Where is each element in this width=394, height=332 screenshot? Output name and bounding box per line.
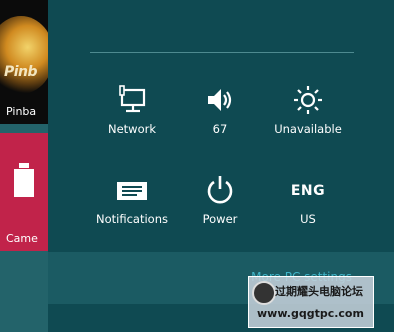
divider: [90, 52, 354, 53]
watermark-logo-icon: [252, 281, 276, 305]
brightness-label: Unavailable: [274, 122, 342, 136]
keyboard-language-quick-setting[interactable]: ENG US: [262, 174, 354, 244]
power-label: Power: [202, 212, 238, 226]
language-code: ENG: [290, 183, 326, 199]
watermark-url: www.gqgtpc.com: [257, 307, 364, 320]
power-icon: [174, 174, 266, 208]
volume-label: 67: [212, 122, 228, 136]
volume-quick-setting[interactable]: 67: [174, 84, 266, 154]
pinball-logo: [0, 16, 48, 94]
volume-icon: [174, 84, 266, 118]
power-quick-setting[interactable]: Power: [174, 174, 266, 244]
network-quick-setting[interactable]: Network: [86, 84, 178, 154]
network-icon: [86, 84, 178, 118]
brightness-quick-setting[interactable]: Unavailable: [262, 84, 354, 154]
pinball-logo-text: Pinb: [4, 64, 38, 80]
pinball-tile[interactable]: Pinb Pinba: [0, 0, 48, 124]
network-label: Network: [107, 122, 157, 136]
start-screen-strip: Pinb Pinba Came: [0, 0, 48, 332]
watermark-title: 过期耀头电脑论坛: [275, 285, 363, 298]
camera-tile[interactable]: Came: [0, 133, 48, 251]
notifications-label: Notifications: [96, 212, 168, 226]
notifications-quick-setting[interactable]: Notifications: [86, 174, 178, 244]
brightness-icon: [262, 84, 354, 118]
notifications-icon: [86, 174, 178, 208]
watermark: 过期耀头电脑论坛 www.gqgtpc.com: [248, 276, 374, 328]
keyboard-layout-label: US: [300, 212, 316, 226]
camera-icon: [14, 163, 34, 197]
pinball-tile-label: Pinba: [6, 105, 37, 118]
camera-tile-label: Came: [6, 232, 38, 245]
